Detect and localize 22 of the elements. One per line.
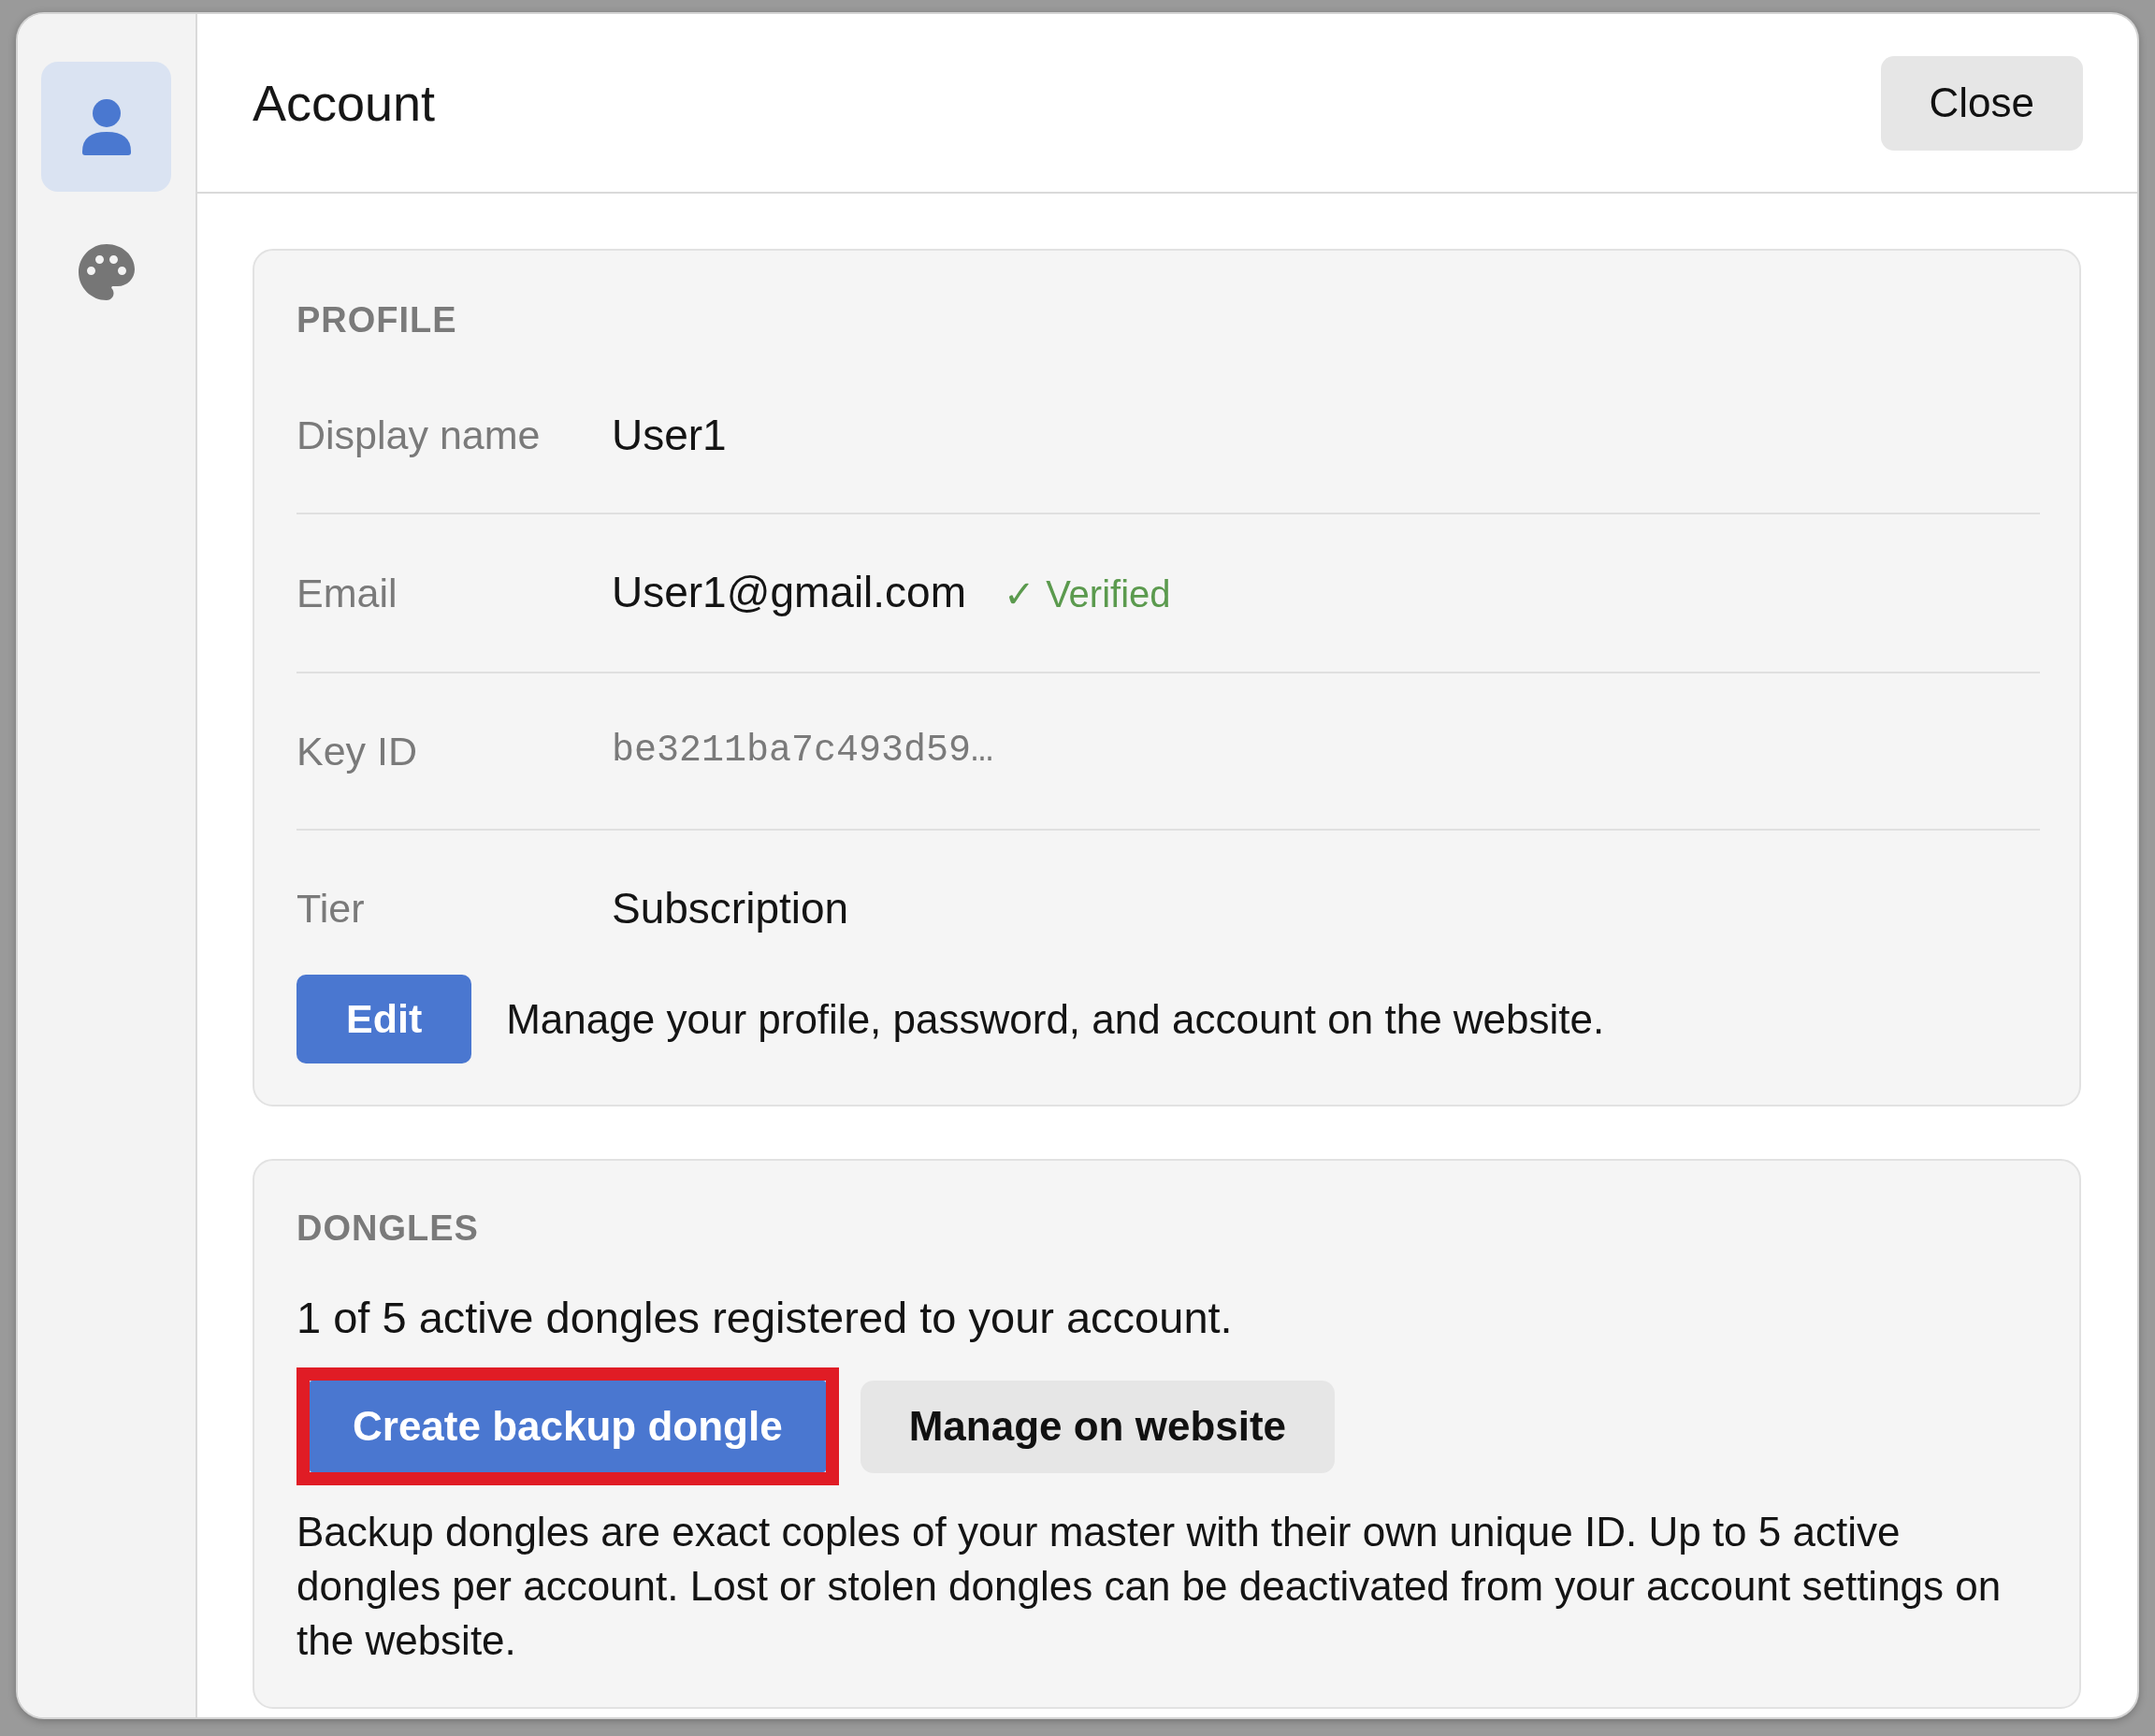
edit-description: Manage your profile, password, and account on the website. bbox=[506, 994, 1605, 1044]
window-title: Account bbox=[253, 74, 436, 133]
person-icon bbox=[81, 98, 131, 155]
field-value: User1 bbox=[612, 410, 727, 461]
help-text: Backup dongles are exact coples of your master with their own unique ID. Up to 5 active dongles per account. Lost or stolen dongles can be deactivated from your account settings on the website. bbox=[296, 1508, 2003, 1665]
section-heading: DONGLES bbox=[296, 1208, 480, 1250]
field-value: Subscription bbox=[612, 883, 849, 934]
sidebar-item[interactable] bbox=[41, 62, 171, 192]
verification-status: ✓ Verified bbox=[1004, 572, 1171, 616]
section-heading: PROFILE bbox=[296, 299, 458, 341]
action-button[interactable]: Create backup dongle bbox=[310, 1381, 826, 1472]
field-label: Email bbox=[296, 570, 398, 617]
close-button[interactable]: Close bbox=[1880, 55, 2083, 151]
field-value: be3211ba7c493d59… bbox=[612, 729, 994, 774]
field-label: Display name bbox=[296, 412, 542, 459]
action-button[interactable]: Manage on website bbox=[860, 1380, 1336, 1473]
field-value: User1@gmail.com bbox=[612, 567, 966, 618]
edit-button[interactable]: Edit bbox=[296, 975, 472, 1063]
palette-icon bbox=[78, 243, 135, 300]
field-label: Tier bbox=[296, 885, 366, 933]
dongle-count-text: 1 of 5 active dongles registered to your account. bbox=[296, 1292, 1234, 1344]
field-label: Key ID bbox=[296, 728, 419, 775]
